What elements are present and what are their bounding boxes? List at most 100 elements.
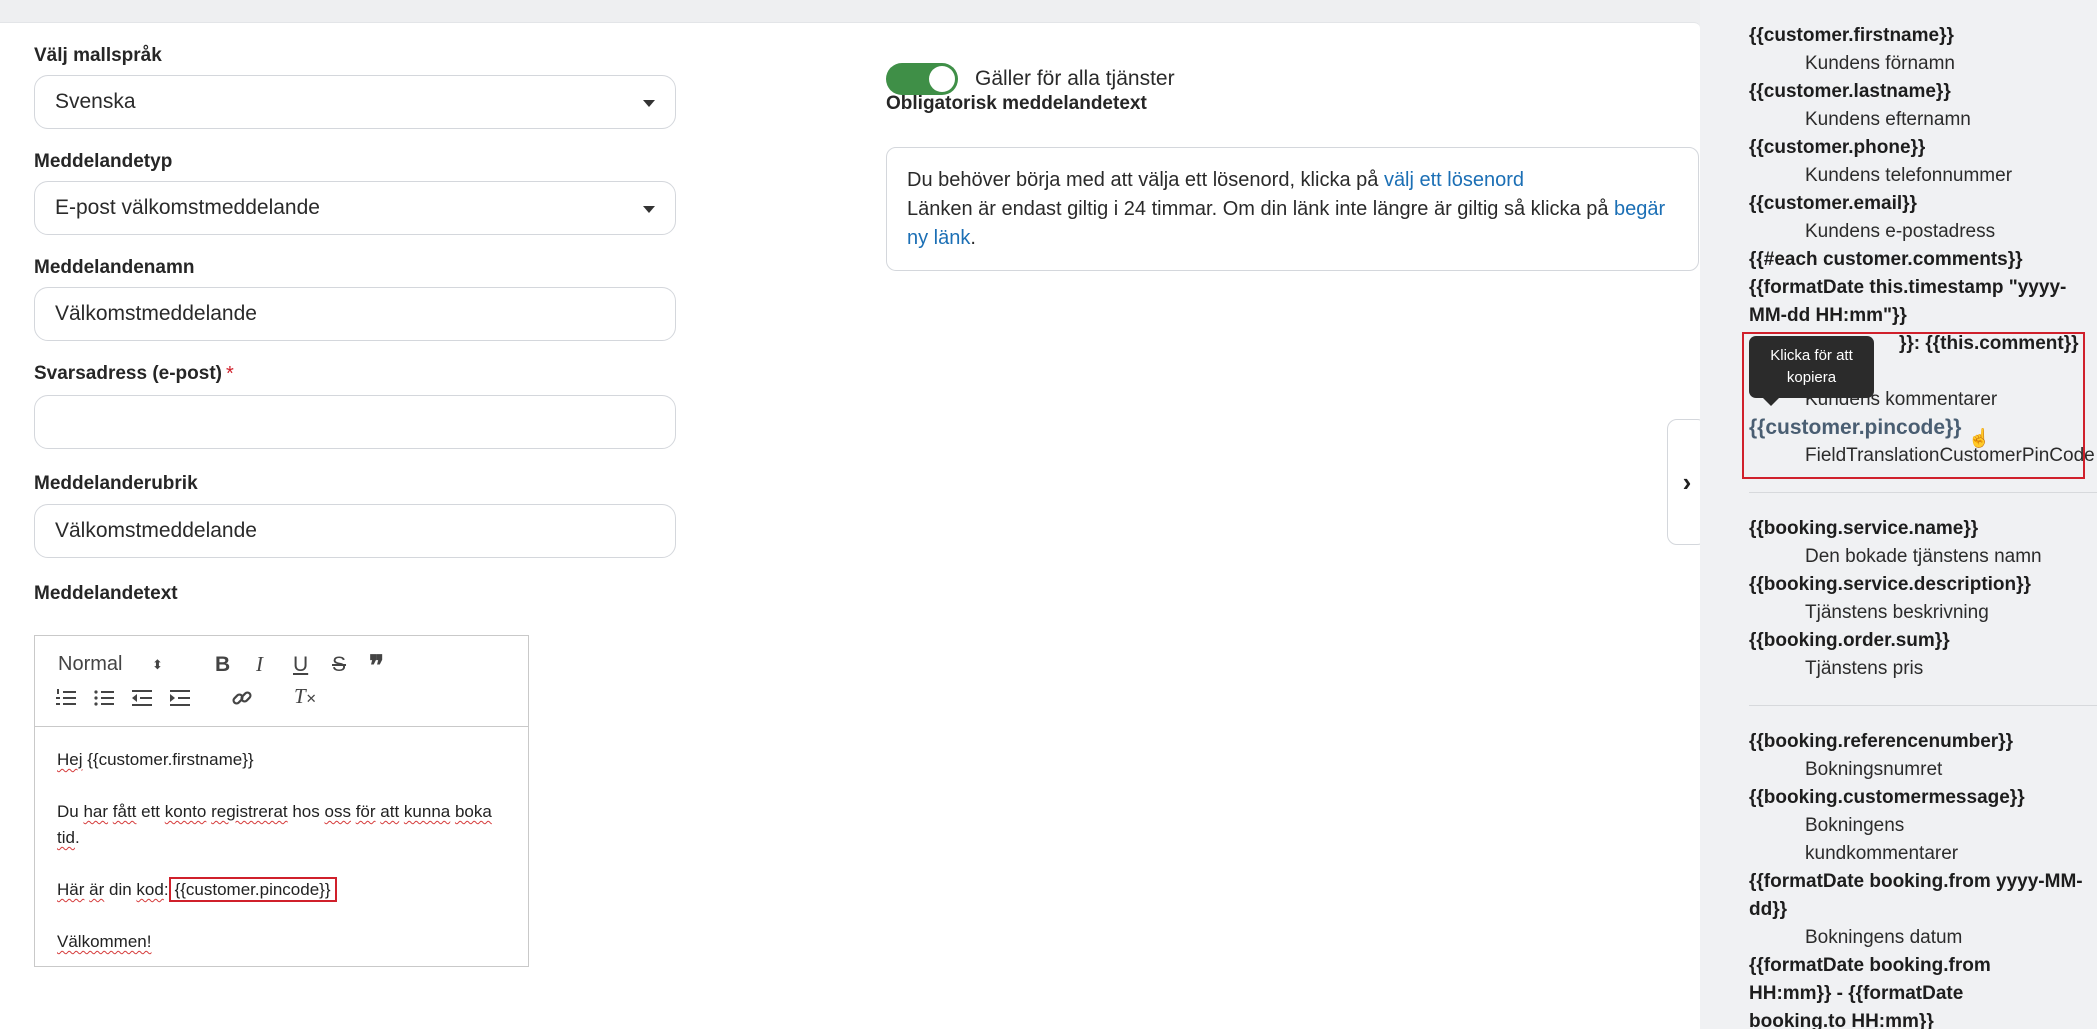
name-value: Välkomstmeddelande bbox=[55, 302, 257, 325]
type-value: E-post välkomstmeddelande bbox=[55, 196, 320, 219]
template-form-card: Välj mallspråk Svenska Meddelandetyp E-p… bbox=[0, 22, 1700, 1029]
underline-icon[interactable]: U bbox=[293, 654, 308, 675]
placeholder-desc: Bokningens kundkommentarer bbox=[1805, 815, 1959, 864]
updown-icon: ⬍ bbox=[152, 657, 163, 673]
word: registrerat bbox=[211, 802, 288, 821]
chevron-right-icon: › bbox=[1682, 466, 1692, 497]
word: oss bbox=[324, 802, 351, 821]
subject-input[interactable]: Välkomstmeddelande bbox=[34, 504, 676, 558]
editor-line: Du har fått ett konto registrerat hos os… bbox=[57, 799, 506, 851]
word: har bbox=[83, 802, 109, 821]
italic-icon[interactable]: I bbox=[256, 654, 263, 675]
editor-line: Välkommen! bbox=[57, 929, 506, 955]
blockquote-icon[interactable]: ❞ bbox=[369, 652, 384, 680]
placeholder-list: {{customer.firstname}} Kundens förnamn {… bbox=[1749, 22, 2097, 1029]
placeholder-tag[interactable]: {{booking.customermessage}} bbox=[1749, 784, 2097, 812]
placeholder-desc: Kundens telefonnummer bbox=[1805, 165, 2013, 186]
reply-address-input[interactable] bbox=[34, 395, 676, 449]
all-services-label: Gäller för alla tjänster bbox=[975, 67, 1175, 90]
toggle-knob bbox=[929, 66, 955, 92]
placeholder-tag[interactable]: {{customer.phone}} bbox=[1749, 134, 2097, 162]
type-select[interactable]: E-post välkomstmeddelande bbox=[34, 181, 676, 235]
word: boka bbox=[454, 802, 492, 821]
pincode-placeholder-highlight: {{customer.pincode}} bbox=[168, 877, 337, 902]
subject-value: Välkomstmeddelande bbox=[55, 519, 257, 542]
mandatory-text-box: Du behöver börja med att välja ett lösen… bbox=[886, 147, 1699, 271]
required-marker: * bbox=[225, 363, 234, 385]
text: Du bbox=[57, 802, 84, 821]
word: för bbox=[355, 802, 376, 821]
placeholder-tag[interactable]: {{#each customer.comments}} bbox=[1749, 246, 2097, 274]
placeholder-desc: Bokningens datum bbox=[1805, 927, 1963, 948]
placeholder-tag[interactable]: {{booking.order.sum}} bbox=[1749, 627, 2097, 655]
caret-down-icon bbox=[643, 100, 655, 107]
placeholder-tag[interactable]: {{booking.referencenumber}} bbox=[1749, 728, 2097, 756]
word: att bbox=[380, 802, 400, 821]
text: : bbox=[163, 880, 169, 899]
placeholder-tag[interactable]: {{formatDate booking.from HH:mm}} - {{fo… bbox=[1749, 952, 2039, 1029]
divider bbox=[1749, 492, 2097, 493]
choose-password-link[interactable]: välj ett lösenord bbox=[1384, 169, 1524, 191]
placeholder-tag[interactable]: {{customer.lastname}} bbox=[1749, 78, 2097, 106]
divider bbox=[1749, 705, 2097, 706]
placeholder-panel: {{customer.firstname}} Kundens förnamn {… bbox=[1700, 0, 2097, 1029]
word: kunna bbox=[403, 802, 451, 821]
message-text-label: Meddelandetext bbox=[34, 583, 178, 604]
all-services-toggle[interactable] bbox=[886, 63, 958, 95]
placeholder-tag[interactable]: {{customer.email}} bbox=[1749, 190, 2097, 218]
rich-text-editor: Normal ⬍ B I U S ❞ T✕ Hej {{customer.fir… bbox=[34, 635, 529, 967]
bullet-list-icon[interactable] bbox=[93, 688, 115, 713]
placeholder-desc: Kundens efternamn bbox=[1805, 109, 1971, 130]
bold-icon[interactable]: B bbox=[215, 654, 230, 675]
language-value: Svenska bbox=[55, 90, 136, 113]
placeholder-tag[interactable]: {{formatDate this.timestamp "yyyy-MM-dd … bbox=[1749, 274, 2097, 330]
mandatory-text: . bbox=[970, 227, 976, 249]
text: din bbox=[104, 880, 137, 899]
type-label: Meddelandetyp bbox=[34, 151, 173, 172]
word: konto bbox=[164, 802, 207, 821]
editor-line: Hej {{customer.firstname}} bbox=[57, 747, 506, 773]
placeholder-tag[interactable]: {{formatDate booking.from yyyy-MM-dd}} bbox=[1749, 868, 2097, 924]
word: Hej bbox=[57, 750, 83, 769]
ordered-list-icon[interactable] bbox=[55, 688, 77, 713]
clear-format-icon[interactable]: T✕ bbox=[294, 686, 317, 707]
language-label: Välj mallspråk bbox=[34, 45, 162, 66]
outdent-icon[interactable] bbox=[131, 688, 153, 713]
subject-label: Meddelanderubrik bbox=[34, 473, 198, 494]
placeholder-tag[interactable]: {{customer.firstname}} bbox=[1749, 22, 2097, 50]
placeholder-tag[interactable]: {{booking.service.name}} bbox=[1749, 515, 2097, 543]
editor-content[interactable]: Hej {{customer.firstname}} Du har fått e… bbox=[35, 727, 528, 1001]
format-select-value: Normal bbox=[58, 653, 123, 675]
placeholder-desc: Tjänstens pris bbox=[1805, 658, 1924, 679]
mandatory-text-label: Obligatorisk meddelandetext bbox=[886, 93, 1147, 114]
name-input[interactable]: Välkomstmeddelande bbox=[34, 287, 676, 341]
indent-icon[interactable] bbox=[169, 688, 191, 713]
word: är bbox=[89, 880, 105, 899]
editor-line: Här är din kod: {{customer.pincode}} bbox=[57, 877, 506, 903]
reply-address-label: Svarsadress (e-post) * bbox=[34, 363, 234, 386]
placeholder-desc: Kundens förnamn bbox=[1805, 53, 1955, 74]
editor-toolbar: Normal ⬍ B I U S ❞ T✕ bbox=[35, 636, 528, 727]
word: Här bbox=[57, 880, 85, 899]
word: tid bbox=[57, 828, 75, 847]
text: ett bbox=[136, 802, 165, 821]
placeholder-desc: Den bokade tjänstens namn bbox=[1805, 546, 2042, 567]
hand-cursor-icon: ☝ bbox=[1968, 428, 1991, 448]
caret-down-icon bbox=[643, 206, 655, 213]
placeholder-desc: Bokningsnumret bbox=[1805, 759, 1943, 780]
text: . bbox=[74, 828, 80, 847]
copy-tooltip: Klicka för att kopiera bbox=[1749, 336, 1874, 406]
word: kod bbox=[136, 880, 164, 899]
reply-address-label-text: Svarsadress (e-post) bbox=[34, 363, 222, 384]
format-select[interactable]: Normal ⬍ bbox=[58, 654, 163, 674]
text: {{customer.firstname}} bbox=[82, 750, 254, 769]
strikethrough-icon[interactable]: S bbox=[332, 654, 346, 675]
placeholder-desc: Kundens e-postadress bbox=[1805, 221, 1996, 242]
text: hos bbox=[287, 802, 325, 821]
language-select[interactable]: Svenska bbox=[34, 75, 676, 129]
mandatory-text: Du behöver börja med att välja ett lösen… bbox=[907, 169, 1384, 191]
mandatory-text: Länken är endast giltig i 24 timmar. Om … bbox=[907, 198, 1615, 220]
placeholder-tag[interactable]: {{booking.service.description}} bbox=[1749, 571, 2097, 599]
link-icon[interactable] bbox=[231, 687, 253, 714]
word: Välkommen! bbox=[57, 932, 152, 951]
